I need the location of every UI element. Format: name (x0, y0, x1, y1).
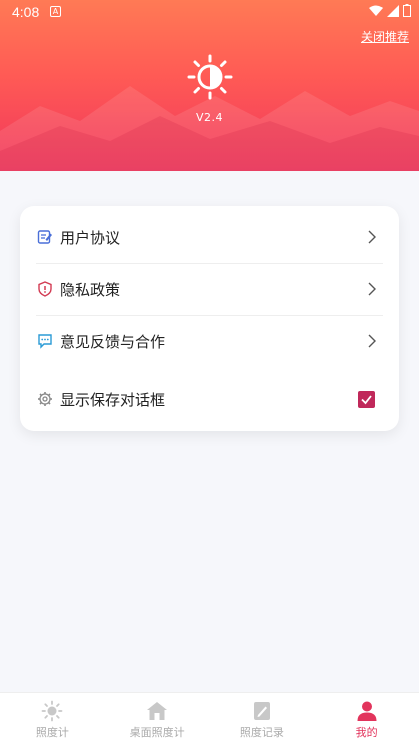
user-agreement-label: 用户协议 (60, 228, 121, 247)
shield-icon (38, 281, 52, 297)
version-label: V2.4 (195, 111, 224, 124)
close-recommend-link[interactable]: 关闭推荐 (361, 28, 409, 45)
feedback-row[interactable]: 意见反馈与合作 (20, 315, 399, 367)
notification-icon: A (50, 6, 61, 17)
save-dialog-checkbox[interactable] (358, 390, 375, 408)
agreement-icon (37, 230, 52, 244)
gear-icon (38, 392, 52, 406)
bottom-tab-bar: 照度计 桌面照度计 照度记录 我的 (0, 692, 419, 744)
status-time: 4:08 (12, 4, 40, 20)
feedback-label: 意见反馈与合作 (60, 332, 166, 351)
battery-icon (403, 4, 411, 17)
tab-label: 桌面照度计 (129, 726, 185, 739)
settings-card: 用户协议 隐私政策 意见反馈与合作 显示保存对话框 (20, 206, 399, 431)
home-icon (147, 702, 168, 720)
sun-icon (41, 700, 63, 722)
privacy-policy-label: 隐私政策 (60, 280, 121, 299)
user-icon (357, 701, 377, 721)
header-banner: 4:08 A 关闭推荐 V2.4 (0, 0, 419, 171)
tab-lux-meter[interactable]: 照度计 (0, 693, 105, 744)
tab-lux-records[interactable]: 照度记录 (210, 693, 315, 744)
chevron-right-icon (368, 282, 376, 296)
tab-desktop-lux-meter[interactable]: 桌面照度计 (105, 693, 210, 744)
tab-mine[interactable]: 我的 (314, 693, 419, 744)
tab-label: 照度计 (35, 726, 69, 739)
sun-contrast-icon (187, 54, 233, 100)
wifi-icon (369, 5, 383, 16)
tab-label: 我的 (355, 726, 378, 739)
checkmark-icon (361, 394, 372, 404)
chevron-right-icon (368, 230, 376, 244)
chat-icon (38, 334, 52, 349)
record-icon (253, 702, 270, 720)
status-icons (369, 4, 411, 17)
save-dialog-label: 显示保存对话框 (60, 390, 166, 409)
chevron-right-icon (368, 334, 376, 348)
status-bar: 4:08 A (0, 0, 419, 24)
signal-icon (387, 4, 399, 17)
user-agreement-row[interactable]: 用户协议 (20, 211, 399, 263)
save-dialog-row[interactable]: 显示保存对话框 (20, 373, 399, 425)
privacy-policy-row[interactable]: 隐私政策 (20, 263, 399, 315)
tab-label: 照度记录 (239, 726, 284, 739)
